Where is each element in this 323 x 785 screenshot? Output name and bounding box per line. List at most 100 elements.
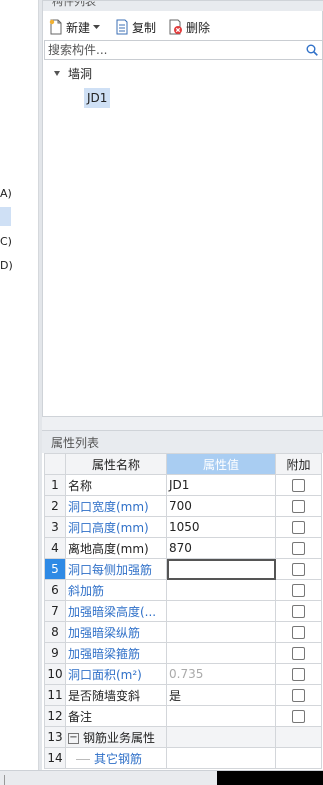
group-name-cell: − 钢筋业务属性 [65, 726, 167, 748]
property-name: 加强暗梁高度(... [65, 600, 167, 622]
table-row[interactable]: 14 其它钢筋 [44, 747, 322, 769]
extra-cell [275, 537, 322, 559]
property-value[interactable] [166, 642, 276, 664]
new-button[interactable]: 新建 [49, 18, 101, 36]
extra-cell [275, 747, 322, 769]
left-fragment-3[interactable]: D) [0, 259, 13, 272]
extra-checkbox[interactable] [292, 521, 305, 534]
extra-checkbox[interactable] [292, 563, 305, 576]
table-row[interactable]: 3 洞口高度(mm) 1050 [44, 516, 322, 538]
table-row[interactable]: 11 是否随墙变斜 是 [44, 684, 322, 706]
new-button-label: 新建 [66, 20, 91, 35]
extra-cell [275, 621, 322, 643]
row-number: 5 [44, 558, 66, 580]
table-row[interactable]: 12 备注 [44, 705, 322, 727]
status-bar [0, 770, 323, 785]
row-number: 7 [44, 600, 66, 622]
extra-checkbox[interactable] [292, 584, 305, 597]
property-value[interactable]: 1050 [166, 516, 276, 538]
row-number: 12 [44, 705, 66, 727]
component-list-panel: 构件列表 新建 复制 删除 墙 [42, 0, 323, 417]
row-number: 2 [44, 495, 66, 517]
table-row-selected[interactable]: 5 洞口每侧加强筋 [44, 558, 322, 580]
tree-line [76, 758, 90, 760]
extra-cell [275, 495, 322, 517]
row-number-header [44, 453, 66, 475]
table-row-group[interactable]: 13 − 钢筋业务属性 [44, 726, 322, 748]
extra-checkbox[interactable] [292, 542, 305, 555]
property-name: 斜加筋 [65, 579, 167, 601]
search-icon[interactable] [306, 44, 318, 59]
collapse-arrow-icon[interactable] [54, 71, 60, 76]
property-value[interactable] [166, 600, 276, 622]
group-extra-cell [275, 726, 322, 748]
copy-button[interactable]: 复制 [115, 18, 156, 36]
table-row[interactable]: 10 洞口面积(m²) 0.735 [44, 663, 322, 685]
component-list-title: 构件列表 [52, 1, 96, 8]
property-name: 加强暗梁纵筋 [65, 621, 167, 643]
column-header-extra[interactable]: 附加 [275, 453, 322, 475]
table-row[interactable]: 6 斜加筋 [44, 579, 322, 601]
property-list-title-bar: 属性列表 [42, 431, 323, 453]
component-list-title-bar: 构件列表 [43, 1, 323, 11]
column-header-value[interactable]: 属性值 [166, 453, 276, 475]
extra-checkbox[interactable] [292, 647, 305, 660]
table-row[interactable]: 4 离地高度(mm) 870 [44, 537, 322, 559]
table-row[interactable]: 7 加强暗梁高度(... [44, 600, 322, 622]
component-toolbar: 新建 复制 删除 [43, 14, 323, 40]
extra-checkbox[interactable] [292, 710, 305, 723]
extra-checkbox[interactable] [292, 668, 305, 681]
left-fragment-1[interactable]: A) [0, 187, 12, 200]
row-number: 6 [44, 579, 66, 601]
property-value[interactable] [166, 579, 276, 601]
table-row[interactable]: 9 加强暗梁箍筋 [44, 642, 322, 664]
row-number: 3 [44, 516, 66, 538]
property-value[interactable]: 870 [166, 537, 276, 559]
extra-checkbox[interactable] [292, 626, 305, 639]
property-value: 0.735 [166, 663, 276, 685]
left-panel: A) C) D) [0, 0, 39, 770]
status-bar-dark-region [217, 771, 323, 785]
table-row[interactable]: 8 加强暗梁纵筋 [44, 621, 322, 643]
property-name: 是否随墙变斜 [65, 684, 167, 706]
property-value[interactable] [166, 747, 276, 769]
property-name: 洞口高度(mm) [65, 516, 167, 538]
row-number: 4 [44, 537, 66, 559]
left-selected-marker[interactable] [0, 207, 11, 226]
property-name-cell: 其它钢筋 [65, 747, 167, 769]
property-value-editor[interactable] [166, 558, 276, 580]
property-name: 洞口宽度(mm) [65, 495, 167, 517]
extra-checkbox[interactable] [292, 605, 305, 618]
property-name: 加强暗梁箍筋 [65, 642, 167, 664]
delete-icon [168, 19, 183, 35]
property-value[interactable] [166, 621, 276, 643]
search-input[interactable] [45, 42, 298, 58]
tree-node-wall-opening[interactable]: 墙洞 [68, 65, 92, 82]
property-value[interactable] [166, 705, 276, 727]
extra-cell [275, 600, 322, 622]
property-name: 洞口每侧加强筋 [65, 558, 167, 580]
column-header-name[interactable]: 属性名称 [65, 453, 167, 475]
new-document-icon [49, 19, 63, 35]
extra-checkbox[interactable] [292, 500, 305, 513]
copy-icon [115, 19, 129, 35]
property-value[interactable]: JD1 [166, 474, 276, 496]
property-value[interactable]: 700 [166, 495, 276, 517]
dropdown-arrow-icon[interactable] [93, 24, 101, 30]
group-value-cell [166, 726, 276, 748]
extra-cell [275, 663, 322, 685]
delete-button[interactable]: 删除 [168, 18, 210, 36]
extra-checkbox[interactable] [292, 689, 305, 702]
table-row[interactable]: 1 名称 JD1 [44, 474, 322, 496]
property-group-name: 钢筋业务属性 [83, 730, 156, 745]
property-name: 备注 [65, 705, 167, 727]
left-fragment-2[interactable]: C) [0, 235, 12, 248]
collapse-toggle-icon[interactable]: − [68, 732, 79, 744]
extra-cell [275, 684, 322, 706]
table-row[interactable]: 2 洞口宽度(mm) 700 [44, 495, 322, 517]
property-value[interactable]: 是 [166, 684, 276, 706]
property-table-header: 属性名称 属性值 附加 [44, 453, 322, 475]
extra-checkbox[interactable] [292, 479, 305, 492]
tree-node-jd1[interactable]: JD1 [84, 88, 111, 108]
search-box [44, 40, 323, 60]
